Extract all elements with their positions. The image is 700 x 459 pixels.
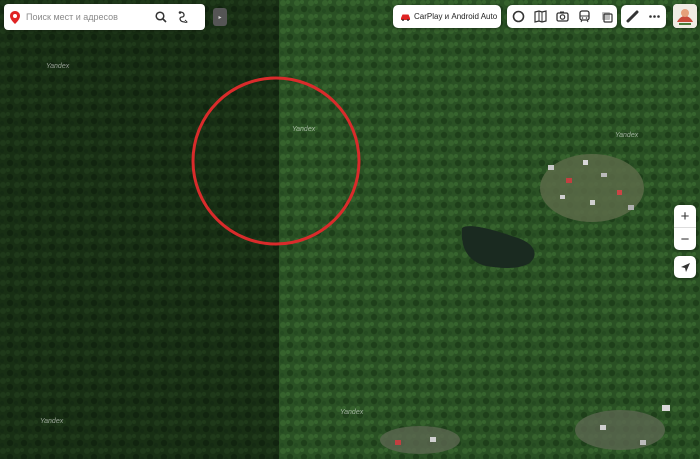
yandex-watermark: Yandex [40,418,64,425]
panorama-icon[interactable] [530,7,550,27]
search-icon[interactable] [150,6,172,28]
search-bar [4,4,205,30]
collapse-arrow-icon[interactable]: ▸ [213,8,227,26]
yandex-watermark: Yandex [292,126,316,133]
zoom-in-icon[interactable]: + [674,205,696,227]
map-canvas[interactable]: Yandex Yandex Yandex Yandex Yandex [0,0,700,459]
yandex-watermark: Yandex [615,132,639,139]
locate-icon[interactable] [674,256,696,278]
avatar-icon[interactable] [673,4,697,28]
more-icon[interactable] [645,7,665,27]
tools-toolbar [621,5,666,28]
zoom-out-icon[interactable]: − [674,228,696,250]
carplay-label: CarPlay и Android Auto [414,12,498,21]
search-input[interactable] [26,12,150,22]
zoom-control: + − [674,205,696,250]
carplay-button[interactable]: CarPlay и Android Auto [393,5,501,28]
layers-toolbar [507,5,617,28]
route-icon[interactable] [172,6,194,28]
car-icon [396,13,414,21]
transit-icon[interactable] [574,7,594,27]
ruler-icon[interactable] [622,7,642,27]
circle-overlay [191,76,361,246]
map-pin-icon [4,10,26,24]
traffic-icon[interactable] [596,7,616,27]
camera-icon[interactable] [552,7,572,27]
layers-icon[interactable] [508,7,528,27]
yandex-watermark: Yandex [46,63,70,70]
yandex-watermark: Yandex [340,409,364,416]
